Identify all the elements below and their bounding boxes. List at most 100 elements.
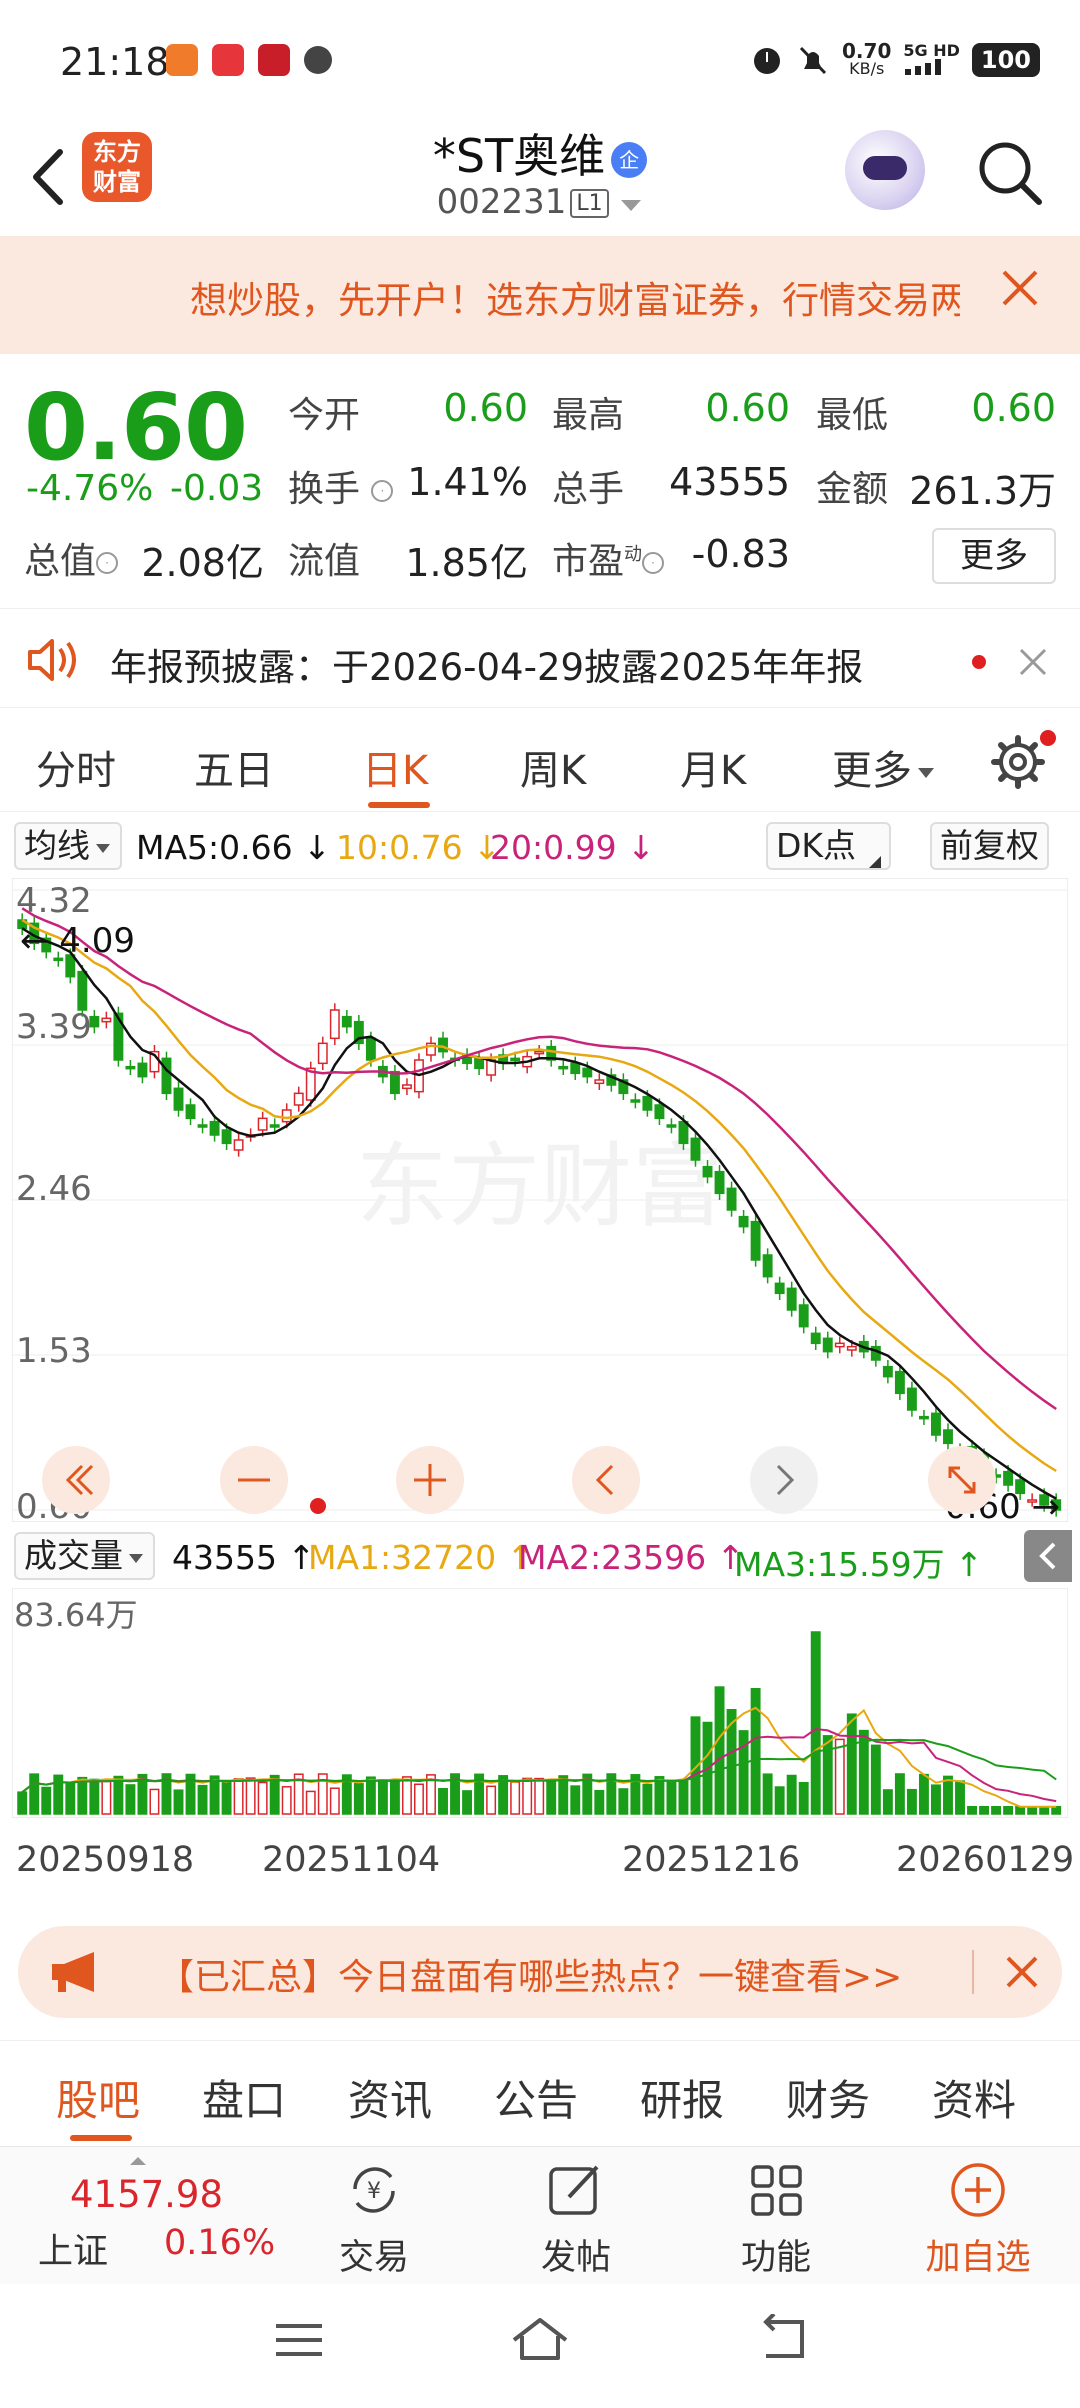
dk-point-button[interactable]: DK点 bbox=[766, 822, 891, 870]
close-icon[interactable] bbox=[1004, 1954, 1040, 1990]
value-amount: 261.3万 bbox=[909, 469, 1056, 513]
functions-button[interactable]: 功能 bbox=[716, 2159, 836, 2280]
app-notification-icon bbox=[258, 44, 290, 76]
tab-announcements[interactable]: 公告 bbox=[494, 2067, 578, 2128]
volume-bar bbox=[353, 1783, 364, 1815]
volume-bar bbox=[414, 1783, 424, 1815]
add-watchlist-button[interactable]: 加自选 bbox=[918, 2159, 1038, 2280]
account-promo-banner[interactable]: 想炒股，先开户！选东方财富证券，行情交易两不误 bbox=[0, 236, 1080, 354]
status-right: 0.70 KB/s 5G HD 100 bbox=[750, 41, 1040, 78]
caret-down-icon bbox=[621, 200, 642, 211]
settings-gear-icon[interactable] bbox=[990, 734, 1046, 790]
value-volume: 43555 bbox=[669, 460, 790, 504]
position-dot bbox=[310, 1498, 326, 1514]
back-nav-icon[interactable] bbox=[752, 2314, 808, 2364]
speaker-icon bbox=[28, 639, 76, 681]
volume-bar bbox=[125, 1784, 136, 1815]
candle bbox=[774, 1282, 785, 1295]
candle bbox=[365, 1037, 376, 1061]
info-icon[interactable]: · bbox=[371, 480, 394, 502]
info-icon[interactable]: · bbox=[96, 552, 119, 574]
adjust-mode-button[interactable]: 前复权 bbox=[930, 822, 1049, 870]
y-tick-3: 2.46 bbox=[16, 1169, 92, 1209]
volume-bar bbox=[41, 1786, 52, 1815]
volume-bar bbox=[870, 1744, 881, 1815]
tab-monthly-k[interactable]: 月K bbox=[680, 738, 746, 796]
hotspot-banner[interactable]: 【已汇总】今日盘面有哪些热点？一键查看>> bbox=[18, 1926, 1062, 2018]
volume-bar bbox=[906, 1788, 917, 1815]
volume-bar bbox=[365, 1776, 376, 1815]
candle bbox=[918, 1415, 929, 1420]
volume-chart[interactable]: 83.64万 bbox=[12, 1588, 1068, 1818]
tab-news[interactable]: 资讯 bbox=[348, 2067, 432, 2128]
date-label: 20251216 bbox=[622, 1840, 801, 1880]
volume-bar bbox=[221, 1780, 232, 1815]
value-low: 0.60 bbox=[971, 386, 1056, 430]
volume-bar bbox=[558, 1775, 569, 1815]
candle bbox=[293, 1092, 304, 1106]
search-icon[interactable] bbox=[975, 138, 1045, 208]
app-notification-icon bbox=[212, 44, 244, 76]
volume-bar bbox=[786, 1774, 797, 1815]
ma5-value: MA5:0.66 ↓ bbox=[136, 828, 331, 867]
volume-y-top: 83.64万 bbox=[14, 1596, 138, 1634]
volume-indicator-select[interactable]: 成交量 bbox=[14, 1532, 155, 1580]
zoom-out-button[interactable] bbox=[220, 1446, 288, 1514]
volume-bar bbox=[377, 1779, 388, 1815]
label-high: 最高 bbox=[552, 395, 625, 436]
tab-research[interactable]: 研报 bbox=[640, 2067, 724, 2128]
scroll-left-button[interactable] bbox=[572, 1446, 640, 1514]
volume-bar bbox=[930, 1784, 941, 1815]
candle bbox=[943, 1429, 953, 1445]
volume-bar bbox=[1015, 1805, 1026, 1815]
tab-intraday[interactable]: 分时 bbox=[36, 738, 116, 796]
assistant-robot-icon[interactable] bbox=[845, 130, 925, 210]
candle bbox=[197, 1124, 208, 1128]
candle bbox=[726, 1187, 737, 1211]
expand-icon[interactable] bbox=[928, 1446, 996, 1514]
volume-bar bbox=[233, 1778, 244, 1815]
volume-bar bbox=[570, 1785, 581, 1815]
tab-guba[interactable]: 股吧 bbox=[56, 2067, 140, 2128]
scroll-right-button[interactable] bbox=[750, 1446, 818, 1514]
candle bbox=[810, 1332, 821, 1345]
home-icon[interactable] bbox=[508, 2314, 572, 2364]
report-notice[interactable]: 年报预披露：于2026-04-29披露2025年年报 bbox=[0, 608, 1080, 708]
volume-bar bbox=[979, 1805, 990, 1815]
megaphone-icon bbox=[52, 1952, 94, 1992]
active-tab-indicator bbox=[70, 2135, 132, 2141]
close-icon[interactable] bbox=[1018, 647, 1048, 677]
volume-bar bbox=[329, 1787, 340, 1815]
index-value: 4157.98 bbox=[70, 2173, 224, 2216]
trade-button[interactable]: ¥ 交易 bbox=[314, 2159, 434, 2280]
info-icon[interactable]: · bbox=[642, 552, 665, 574]
tab-orderbook[interactable]: 盘口 bbox=[202, 2067, 286, 2128]
tab-financials[interactable]: 财务 bbox=[786, 2067, 870, 2128]
zoom-in-button[interactable] bbox=[396, 1446, 464, 1514]
tab-profile[interactable]: 资料 bbox=[932, 2067, 1016, 2128]
menu-icon[interactable] bbox=[272, 2318, 326, 2362]
candlestick-chart[interactable]: 东方财富 4.32 3.39 2.46 1.53 0.60 ← 4.09 0.6… bbox=[12, 878, 1068, 1522]
candle bbox=[786, 1287, 797, 1311]
vol-ma1: MA1:32720 ↑ bbox=[308, 1538, 535, 1577]
tab-five-day[interactable]: 五日 bbox=[194, 738, 274, 796]
tab-more[interactable]: 更多 bbox=[832, 738, 936, 796]
more-quote-button[interactable]: 更多 bbox=[932, 528, 1056, 584]
index-name: 上证 bbox=[38, 2232, 109, 2272]
volume-bar bbox=[149, 1788, 160, 1815]
date-label: 20250918 bbox=[16, 1840, 195, 1880]
close-icon[interactable] bbox=[998, 266, 1042, 310]
candle bbox=[642, 1095, 653, 1111]
scroll-start-button[interactable] bbox=[42, 1446, 110, 1514]
caret-down-icon bbox=[918, 768, 934, 778]
volume-bar bbox=[955, 1780, 965, 1815]
collapse-panel-button[interactable] bbox=[1024, 1530, 1072, 1582]
indicator-select[interactable]: 均线 bbox=[14, 822, 122, 870]
ma20-value: 20:0.99 ↓ bbox=[490, 828, 655, 867]
volume-bar bbox=[113, 1775, 124, 1815]
value-float-cap: 1.85亿 bbox=[405, 541, 528, 585]
tab-weekly-k[interactable]: 周K bbox=[520, 738, 586, 796]
tab-daily-k[interactable]: 日K bbox=[362, 738, 428, 796]
mute-icon bbox=[799, 46, 827, 75]
post-button[interactable]: 发帖 bbox=[516, 2159, 636, 2280]
